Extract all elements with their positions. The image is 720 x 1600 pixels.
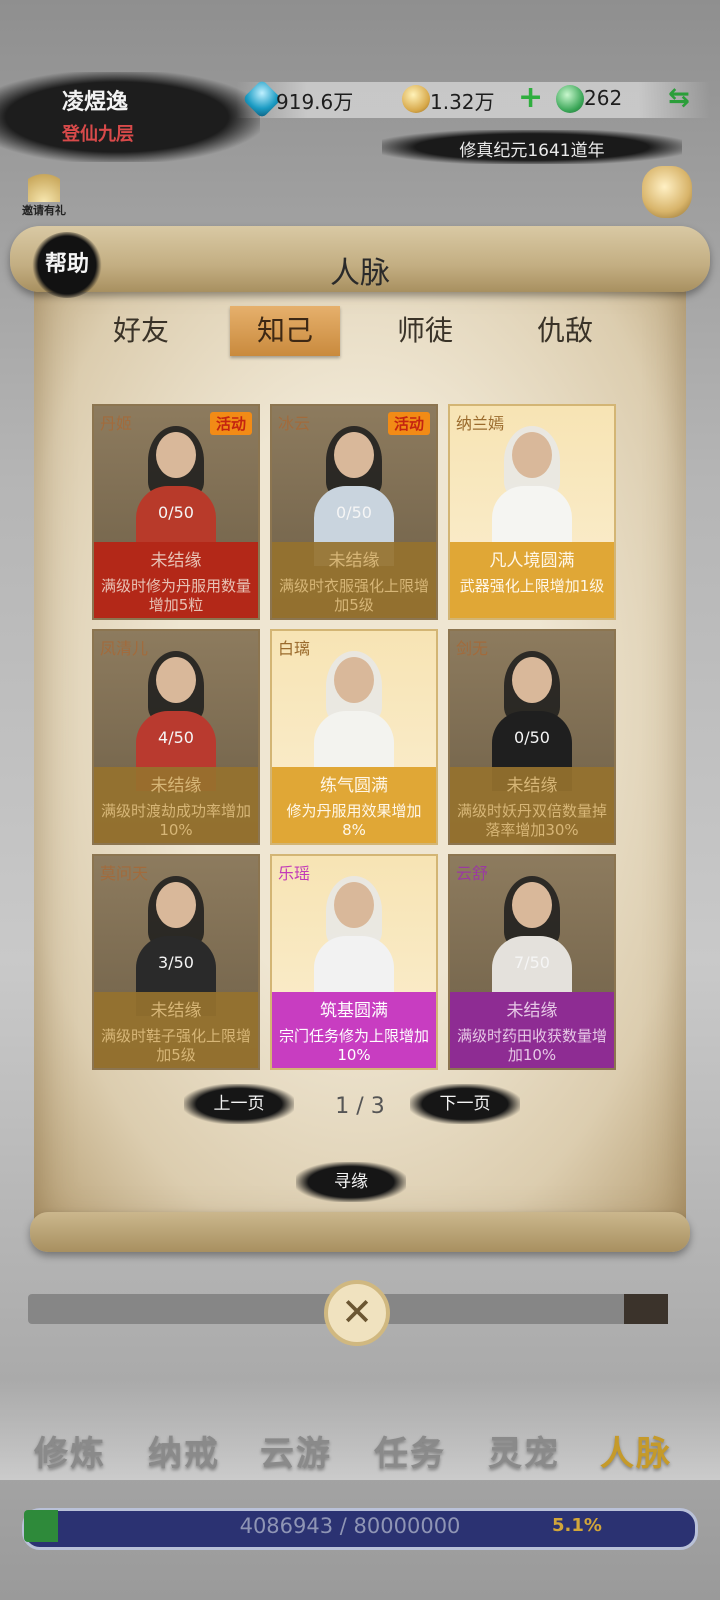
confidant-name: 凤清儿 — [100, 639, 149, 658]
era-label: 修真纪元1641道年 — [459, 141, 605, 161]
portrait-image — [314, 426, 394, 566]
bond-status: 未结缘 — [506, 1001, 558, 1021]
confidant-name: 剑无 — [456, 639, 489, 658]
bond-status: 未结缘 — [506, 776, 558, 796]
tab-enemies[interactable]: 仇敌 — [510, 306, 620, 356]
bond-effect: 满级时修为丹服用数量增加5粒 — [100, 577, 251, 614]
swap-icon[interactable]: ⇆ — [668, 83, 690, 113]
confidant-card[interactable]: 冰云 活动 0/50 未结缘满级时衣服强化上限增加5级 — [270, 404, 438, 620]
seek-fate-button[interactable]: 寻缘 — [296, 1162, 406, 1202]
confidant-card[interactable]: 莫问天 3/50 未结缘满级时鞋子强化上限增加5级 — [92, 854, 260, 1070]
jade-amount: 262 — [584, 86, 623, 110]
fan-icon — [28, 166, 60, 202]
player-info-backdrop — [0, 72, 260, 162]
confidant-name: 云舒 — [456, 864, 489, 883]
bond-info-panel: 筑基圆满宗门任务修为上限增加10% — [272, 992, 436, 1068]
bond-effect: 满级时鞋子强化上限增加5级 — [100, 1027, 251, 1064]
background-bar-end — [624, 1294, 668, 1324]
confidant-card[interactable]: 纳兰嫣凡人境圆满武器强化上限增加1级 — [448, 404, 616, 620]
player-name: 凌煜逸 — [62, 90, 129, 115]
invite-gift-label: 邀请有礼 — [22, 204, 66, 217]
tab-friends[interactable]: 好友 — [86, 306, 196, 356]
bond-progress: 7/50 — [514, 953, 550, 972]
confidant-name: 冰云 — [278, 414, 311, 433]
confidant-name: 莫问天 — [100, 864, 149, 883]
bond-progress: 3/50 — [158, 953, 194, 972]
tab-master-disciple[interactable]: 师徒 — [370, 306, 480, 356]
bond-effect: 满级时衣服强化上限增加5级 — [278, 577, 429, 614]
nav-pets[interactable]: 灵宠 — [488, 1426, 560, 1475]
portrait-image — [492, 651, 572, 791]
close-icon[interactable]: ✕ — [324, 1280, 390, 1346]
portrait-image — [492, 876, 572, 1016]
bond-info-panel: 未结缘满级时渡劫成功率增加10% — [94, 767, 258, 843]
confidant-card[interactable]: 乐瑶筑基圆满宗门任务修为上限增加10% — [270, 854, 438, 1070]
portrait-image — [314, 876, 394, 1016]
panel-title: 人脉 — [330, 256, 390, 291]
confidant-name: 白璃 — [278, 639, 311, 658]
nav-ring[interactable]: 纳戒 — [148, 1426, 220, 1475]
invite-gift-button[interactable]: 邀请有礼 — [14, 162, 74, 224]
next-page-button[interactable]: 下一页 — [410, 1084, 520, 1124]
experience-text: 4086943 / 80000000 — [239, 1514, 461, 1538]
help-button[interactable]: 帮助 — [32, 232, 102, 298]
confidant-name: 纳兰嫣 — [456, 414, 505, 433]
bond-info-panel: 未结缘满级时衣服强化上限增加5级 — [272, 542, 436, 618]
portrait-image — [136, 876, 216, 1016]
bond-status: 未结缘 — [150, 551, 202, 571]
player-realm: 登仙九层 — [62, 124, 134, 145]
bond-effect: 武器强化上限增加1级 — [459, 577, 605, 595]
portrait-image — [314, 651, 394, 791]
add-currency-button[interactable]: + — [518, 80, 543, 115]
bond-effect: 满级时妖丹双倍数量掉落率增加30% — [456, 802, 607, 839]
portrait-image — [136, 651, 216, 791]
coin-amount: 1.32万 — [430, 90, 495, 114]
nav-cultivate[interactable]: 修炼 — [34, 1426, 106, 1475]
scroll-bottom-roll — [30, 1212, 690, 1252]
bond-info-panel: 未结缘满级时药田收获数量增加10% — [450, 992, 614, 1068]
confidant-card[interactable]: 白璃练气圆满修为丹服用效果增加8% — [270, 629, 438, 845]
confidant-name: 丹姬 — [100, 414, 133, 433]
nav-quests[interactable]: 任务 — [374, 1426, 446, 1475]
experience-fill — [24, 1510, 58, 1542]
page-indicator: 1 / 3 — [335, 1094, 385, 1119]
jade-icon — [556, 85, 584, 113]
bond-info-panel: 未结缘满级时妖丹双倍数量掉落率增加30% — [450, 767, 614, 843]
event-badge: 活动 — [209, 412, 252, 435]
bond-effect: 满级时渡劫成功率增加10% — [100, 802, 251, 839]
portrait-image — [492, 426, 572, 566]
confidant-card[interactable]: 云舒 7/50 未结缘满级时药田收获数量增加10% — [448, 854, 616, 1070]
portrait-image — [136, 426, 216, 566]
confidant-card[interactable]: 凤清儿 4/50 未结缘满级时渡劫成功率增加10% — [92, 629, 260, 845]
bond-effect: 修为丹服用效果增加8% — [286, 802, 422, 839]
bond-progress: 0/50 — [158, 503, 194, 522]
spirit-stone-amount: 919.6万 — [276, 90, 354, 114]
bond-status: 未结缘 — [150, 776, 202, 796]
bond-progress: 0/50 — [336, 503, 372, 522]
bond-progress: 0/50 — [514, 728, 550, 747]
bond-info-panel: 未结缘满级时修为丹服用数量增加5粒 — [94, 542, 258, 618]
bond-progress: 4/50 — [158, 728, 194, 747]
coin-pouch-icon — [402, 85, 430, 113]
confidant-name: 乐瑶 — [278, 864, 311, 883]
tab-confidants[interactable]: 知己 — [230, 306, 340, 356]
event-badge: 活动 — [387, 412, 430, 435]
confidant-card[interactable]: 剑无 0/50 未结缘满级时妖丹双倍数量掉落率增加30% — [448, 629, 616, 845]
experience-percent: 5.1% — [552, 1515, 602, 1536]
bond-status: 凡人境圆满 — [489, 551, 575, 571]
bond-info-panel: 凡人境圆满武器强化上限增加1级 — [450, 542, 614, 618]
prev-page-button[interactable]: 上一页 — [184, 1084, 294, 1124]
bond-status: 筑基圆满 — [320, 1001, 388, 1021]
bond-status: 练气圆满 — [320, 776, 388, 796]
bond-info-panel: 练气圆满修为丹服用效果增加8% — [272, 767, 436, 843]
bond-effect: 满级时药田收获数量增加10% — [456, 1027, 607, 1064]
bond-info-panel: 未结缘满级时鞋子强化上限增加5级 — [94, 992, 258, 1068]
confidant-card[interactable]: 丹姬 活动 0/50 未结缘满级时修为丹服用数量增加5粒 — [92, 404, 260, 620]
bond-effect: 宗门任务修为上限增加10% — [278, 1027, 429, 1064]
bond-status: 未结缘 — [328, 551, 380, 571]
bond-status: 未结缘 — [150, 1001, 202, 1021]
treasure-bag-icon[interactable] — [642, 166, 692, 218]
nav-relationships[interactable]: 人脉 — [600, 1426, 672, 1475]
nav-travel[interactable]: 云游 — [260, 1426, 332, 1475]
